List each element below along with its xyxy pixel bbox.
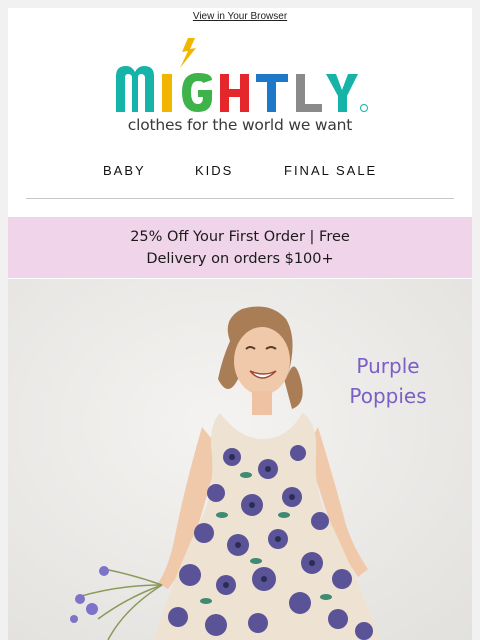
logo-letter-m xyxy=(116,66,154,112)
logo-letter-h xyxy=(220,74,249,112)
logo-letter-g xyxy=(182,73,212,112)
promo-line-1: 25% Off Your First Order | Free xyxy=(130,229,350,245)
brand-tagline: clothes for the world we want xyxy=(127,116,353,134)
hero-title: Purple Poppies xyxy=(328,351,448,411)
hero-title-line-1: Purple xyxy=(356,354,420,378)
lightning-bolt-icon xyxy=(180,38,196,68)
main-nav: BABY KIDS FINAL SALE xyxy=(8,163,472,183)
logo-letter-t xyxy=(256,74,288,112)
mightly-logo-mark xyxy=(116,38,368,112)
nav-final-sale[interactable]: FINAL SALE xyxy=(284,163,377,178)
registered-icon xyxy=(360,104,368,112)
hero-photo-girl-dress xyxy=(8,279,472,640)
nav-baby[interactable]: BABY xyxy=(103,163,146,178)
logo-letter-y xyxy=(326,74,358,112)
logo-letter-i xyxy=(162,74,172,112)
hero-image[interactable]: Purple Poppies xyxy=(8,279,472,640)
logo-letter-l xyxy=(296,74,322,112)
hero-title-line-2: Poppies xyxy=(349,384,427,408)
email-container: View in Your Browser clothes for the wor… xyxy=(8,8,472,640)
nav-kids[interactable]: KIDS xyxy=(195,163,233,178)
promo-line-2: Delivery on orders $100+ xyxy=(146,251,334,267)
nav-divider xyxy=(26,198,454,199)
view-in-browser-link[interactable]: View in Your Browser xyxy=(8,11,472,22)
promo-banner[interactable]: 25% Off Your First Order | Free Delivery… xyxy=(8,217,472,278)
